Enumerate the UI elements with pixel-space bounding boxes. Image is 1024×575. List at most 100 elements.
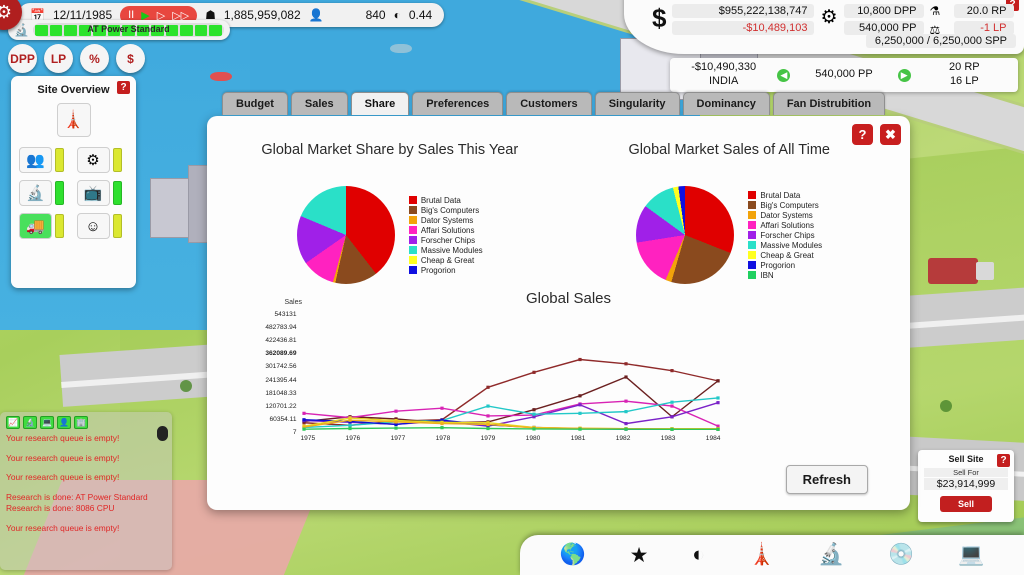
series-brutal-data <box>302 358 719 427</box>
legend-item: Affari Solutions <box>409 226 483 235</box>
chart-filter-icon[interactable]: 📈 <box>6 416 20 429</box>
percent-button[interactable]: % <box>80 44 109 73</box>
computer-filter-icon[interactable]: 💻 <box>40 416 54 429</box>
site-cell-production[interactable]: ⚙ <box>77 147 129 173</box>
world-map-icon[interactable]: 🌎 <box>560 543 586 567</box>
tab-singularity[interactable]: Singularity <box>595 92 680 115</box>
site-overview-help-button[interactable]: ? <box>117 81 130 94</box>
legend-item: Forscher Chips <box>409 236 483 245</box>
tree <box>940 400 952 412</box>
tab-fan-distribution[interactable]: Fan Distrubition <box>773 92 885 115</box>
legend-item: Massive Modules <box>409 246 483 255</box>
y-tick-label: 241395.44 <box>265 377 296 384</box>
legend-swatch <box>748 211 756 219</box>
x-tick-label: 1976 <box>346 435 361 442</box>
refresh-button[interactable]: Refresh <box>786 465 868 494</box>
people-icon[interactable]: 👥 <box>19 147 52 173</box>
legend-item: Dator Systems <box>409 216 483 225</box>
smiley-icon[interactable]: ☺ <box>77 213 110 239</box>
legend-label: IBN <box>760 271 773 280</box>
sell-site-title: Sell Site <box>924 454 1008 464</box>
person-filter-icon[interactable]: 👤 <box>57 416 71 429</box>
dialog-close-button[interactable]: ✖ <box>880 124 901 145</box>
company-income: -$10,489,103 <box>672 21 814 35</box>
computer-icon[interactable]: 💻 <box>958 543 984 567</box>
chevron-right-icon[interactable]: ▶ <box>898 69 911 82</box>
building-filter-icon[interactable]: 🏢 <box>74 416 88 429</box>
truck <box>928 258 978 284</box>
x-tick-label: 1979 <box>481 435 496 442</box>
line-chart-block: Global Sales Sales 543131482783.94422436… <box>207 290 910 446</box>
legend-swatch <box>748 201 756 209</box>
x-tick-label: 1981 <box>571 435 586 442</box>
legend-swatch <box>409 206 417 214</box>
y-tick-label: 301742.56 <box>265 363 296 370</box>
legend-label: Cheap & Great <box>421 256 474 265</box>
tab-share[interactable]: Share <box>351 92 410 115</box>
site-cell-research[interactable]: 🔬 <box>19 180 71 206</box>
pie-charts-row: Global Market Share by Sales This Year B… <box>207 116 910 284</box>
line-chart-plot <box>301 311 721 433</box>
research-filter-icon[interactable]: 🔬 <box>23 416 37 429</box>
status-bar <box>113 214 122 238</box>
tv-icon[interactable]: 📺 <box>77 180 110 206</box>
legend-label: Progorion <box>760 261 795 270</box>
pie-chart-this-year <box>297 186 395 284</box>
message-log-scrollbar[interactable] <box>157 426 168 441</box>
tab-dominancy[interactable]: Dominancy <box>683 92 770 115</box>
pp-value: 540,000 PP <box>844 21 924 35</box>
dialog-help-button[interactable]: ? <box>852 124 873 145</box>
chevron-left-icon[interactable]: ◀ <box>777 69 790 82</box>
message-filter-icons: 📈 🔬 💻 👤 🏢 <box>6 416 166 429</box>
dollar-button[interactable]: $ <box>116 44 145 73</box>
clock-icon: ◐ <box>394 8 401 22</box>
pie-chart-this-year-legend: Brutal DataBig's ComputersDator SystemsA… <box>409 196 483 275</box>
lp-value: -1 LP <box>954 21 1014 35</box>
truck-icon[interactable]: 🚚 <box>19 213 52 239</box>
legend-item: Big's Computers <box>409 206 483 215</box>
legend-item: Dator Systems <box>748 211 822 220</box>
message-log-panel[interactable]: 📈 🔬 💻 👤 🏢 Your research queue is empty! … <box>0 412 172 570</box>
legend-item: Massive Modules <box>748 241 822 250</box>
sell-button[interactable]: Sell <box>940 496 992 512</box>
boat <box>390 44 412 53</box>
country-pp: 540,000 PP <box>790 68 897 82</box>
sell-site-help-button[interactable]: ? <box>997 454 1010 467</box>
y-tick-label: 482783.94 <box>265 324 296 331</box>
legend-item: Progorion <box>409 266 483 275</box>
dpp-button[interactable]: DPP <box>8 44 37 73</box>
dollar-icon: $ <box>652 5 666 31</box>
spp-value: 6,250,000 / 6,250,000 SPP <box>866 34 1016 48</box>
site-overview-title: Site Overview <box>19 84 128 96</box>
pie-chart-icon[interactable]: ◐ <box>692 543 705 567</box>
legend-item: IBN <box>748 271 822 280</box>
gear-icon[interactable]: ⚙ <box>820 6 837 29</box>
microscope-icon[interactable]: 🔬 <box>818 543 844 567</box>
quick-buttons: DPP LP % $ <box>8 44 145 73</box>
site-cell-satisfaction[interactable]: ☺ <box>77 213 129 239</box>
disk-icon[interactable]: 💿 <box>888 543 914 567</box>
crane-icon[interactable]: 🗼 <box>57 103 91 137</box>
lp-button[interactable]: LP <box>44 44 73 73</box>
tab-budget[interactable]: Budget <box>222 92 288 115</box>
site-cell-logistics[interactable]: 🚚 <box>19 213 71 239</box>
site-cell-people[interactable]: 👥 <box>19 147 71 173</box>
log-message: Your research queue is empty! <box>6 472 166 483</box>
research-progress-bar[interactable]: 🔬 AT Power Standard <box>8 20 230 40</box>
x-tick-label: 1975 <box>301 435 316 442</box>
crane-icon[interactable]: 🗼 <box>749 543 775 567</box>
sell-site-panel: ? Sell Site Sell For $23,914,999 Sell <box>918 450 1014 522</box>
tab-preferences[interactable]: Preferences <box>412 92 503 115</box>
site-cell-marketing[interactable]: 📺 <box>77 180 129 206</box>
tab-customers[interactable]: Customers <box>506 92 591 115</box>
tab-sales[interactable]: Sales <box>291 92 348 115</box>
share-dialog: ? ✖ Global Market Share by Sales This Ye… <box>207 116 910 510</box>
microscope-icon[interactable]: 🔬 <box>19 180 52 206</box>
legend-label: Affari Solutions <box>421 226 475 235</box>
gears-icon[interactable]: ⚙ <box>77 147 110 173</box>
log-message: Your research queue is empty! <box>6 433 166 444</box>
status-bar <box>113 181 122 205</box>
star-icon[interactable]: ★ <box>630 543 649 568</box>
y-tick-label: 120701.22 <box>265 403 296 410</box>
pie-chart-all-time-legend: Brutal DataBig's ComputersDator SystemsA… <box>748 191 822 280</box>
